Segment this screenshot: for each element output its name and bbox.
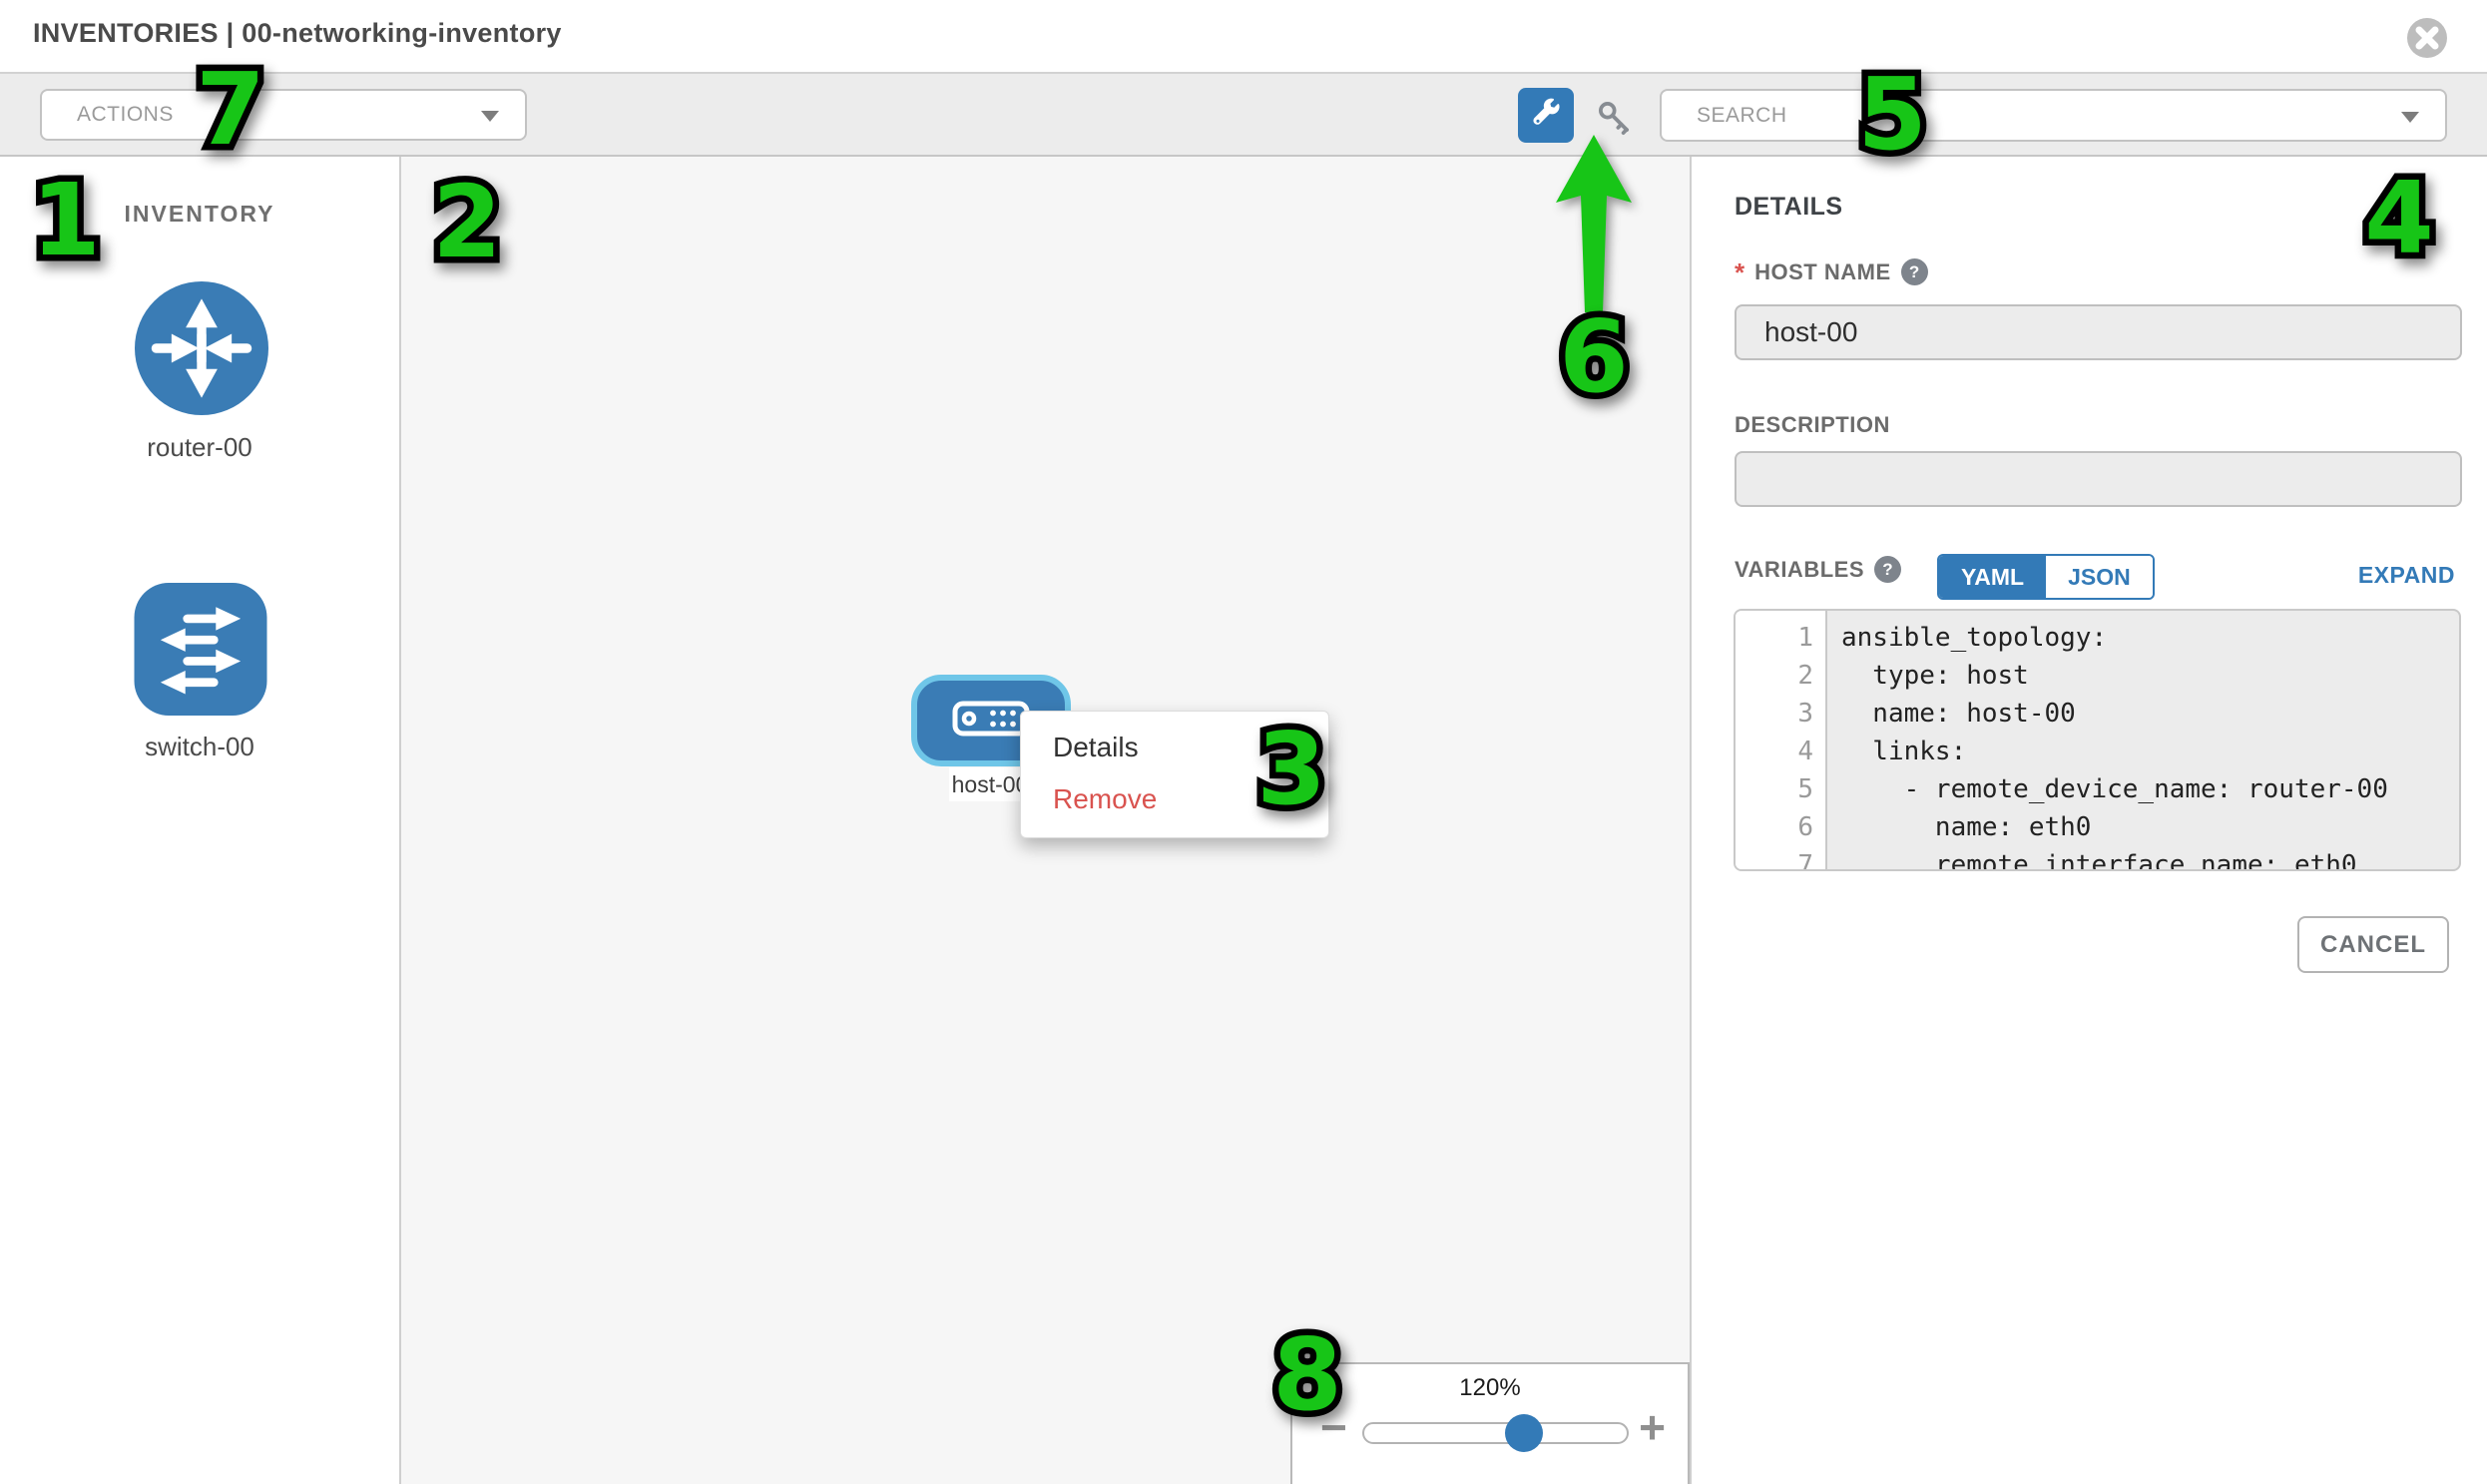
- cancel-button[interactable]: CANCEL: [2297, 916, 2449, 973]
- palette-item-label: router-00: [0, 432, 399, 463]
- variables-label: VARIABLES: [1735, 557, 1864, 583]
- details-panel: DETAILS * HOST NAME ? DESCRIPTION VARIAB…: [1690, 157, 2487, 1484]
- editor-gutter: 1 2 3 4 5 6 7: [1736, 611, 1827, 869]
- page-title: INVENTORIES | 00-networking-inventory: [33, 18, 562, 49]
- zoom-slider-thumb[interactable]: [1505, 1414, 1543, 1452]
- zoom-out-button[interactable]: −: [1320, 1404, 1347, 1450]
- search-dropdown-label: SEARCH: [1697, 104, 1787, 128]
- close-icon: [2406, 47, 2448, 62]
- palette-item-router[interactable]: [135, 281, 268, 415]
- code-line: - remote_device_name: router-00: [1841, 770, 2459, 808]
- line-number: 4: [1736, 733, 1825, 770]
- code-line: links:: [1841, 733, 2459, 770]
- chevron-down-icon: [481, 111, 499, 122]
- zoom-control: 120% − +: [1290, 1362, 1690, 1484]
- close-button[interactable]: [2406, 17, 2448, 59]
- help-icon[interactable]: ?: [1901, 258, 1928, 285]
- host-node-label: host-00: [949, 767, 1031, 801]
- variables-format-toggle: YAML JSON: [1937, 554, 2155, 600]
- context-menu-item-remove[interactable]: Remove: [1021, 773, 1328, 825]
- page-header: INVENTORIES | 00-networking-inventory: [0, 0, 2487, 72]
- toggle-yaml[interactable]: YAML: [1939, 556, 2046, 598]
- palette-item-switch[interactable]: [132, 583, 269, 716]
- code-line: ansible_topology:: [1841, 619, 2459, 657]
- zoom-slider-track[interactable]: [1362, 1422, 1629, 1444]
- code-line: name: eth0: [1841, 808, 2459, 846]
- switch-icon: [132, 703, 269, 720]
- palette-item-label: switch-00: [0, 732, 399, 762]
- zoom-level-value: 120%: [1292, 1374, 1688, 1402]
- line-number: 1: [1736, 619, 1825, 657]
- editor-code-area[interactable]: ansible_topology: type: host name: host-…: [1827, 611, 2459, 869]
- line-number: 3: [1736, 695, 1825, 733]
- code-line: type: host: [1841, 657, 2459, 695]
- context-menu-item-details[interactable]: Details: [1021, 722, 1328, 773]
- description-label-row: DESCRIPTION: [1735, 412, 1890, 438]
- expand-link[interactable]: EXPAND: [2358, 562, 2455, 589]
- required-asterisk: *: [1735, 262, 1744, 282]
- details-panel-title: DETAILS: [1735, 193, 1843, 222]
- toggle-json[interactable]: JSON: [2046, 556, 2153, 598]
- zoom-in-button[interactable]: +: [1639, 1404, 1666, 1450]
- host-icon: [952, 701, 1030, 742]
- variables-code-editor[interactable]: 1 2 3 4 5 6 7 ansible_topology: type: ho…: [1734, 609, 2461, 871]
- host-name-label: HOST NAME: [1754, 259, 1891, 285]
- actions-dropdown-label: ACTIONS: [77, 103, 174, 127]
- chevron-down-icon: [2401, 112, 2419, 123]
- topology-canvas[interactable]: host-00 Details Remove 120% − +: [401, 157, 1690, 1484]
- line-number: 7: [1736, 846, 1825, 871]
- line-number: 5: [1736, 770, 1825, 808]
- line-number: 2: [1736, 657, 1825, 695]
- code-line: remote_interface_name: eth0: [1841, 846, 2459, 871]
- variables-label-row: VARIABLES ?: [1735, 556, 1901, 583]
- search-dropdown[interactable]: SEARCH: [1660, 89, 2447, 142]
- host-name-input[interactable]: [1735, 304, 2462, 360]
- toolbar: ACTIONS SEARCH: [0, 72, 2487, 157]
- sidebar-title: INVENTORY: [0, 201, 399, 228]
- description-input[interactable]: [1735, 451, 2462, 507]
- actions-dropdown[interactable]: ACTIONS: [40, 89, 527, 141]
- toolbar-tools-button[interactable]: [1518, 88, 1574, 143]
- key-button[interactable]: [1593, 98, 1635, 140]
- line-number: 6: [1736, 808, 1825, 846]
- context-menu: Details Remove: [1020, 711, 1329, 838]
- app-window: INVENTORIES | 00-networking-inventory AC…: [0, 0, 2487, 1484]
- help-icon[interactable]: ?: [1874, 556, 1901, 583]
- router-icon: [135, 402, 268, 419]
- wrench-icon: [1530, 98, 1562, 133]
- description-label: DESCRIPTION: [1735, 412, 1890, 438]
- host-name-label-row: * HOST NAME ?: [1735, 258, 1928, 285]
- code-line: name: host-00: [1841, 695, 2459, 733]
- inventory-sidebar: INVENTORY router: [0, 157, 401, 1484]
- key-icon: [1594, 97, 1634, 142]
